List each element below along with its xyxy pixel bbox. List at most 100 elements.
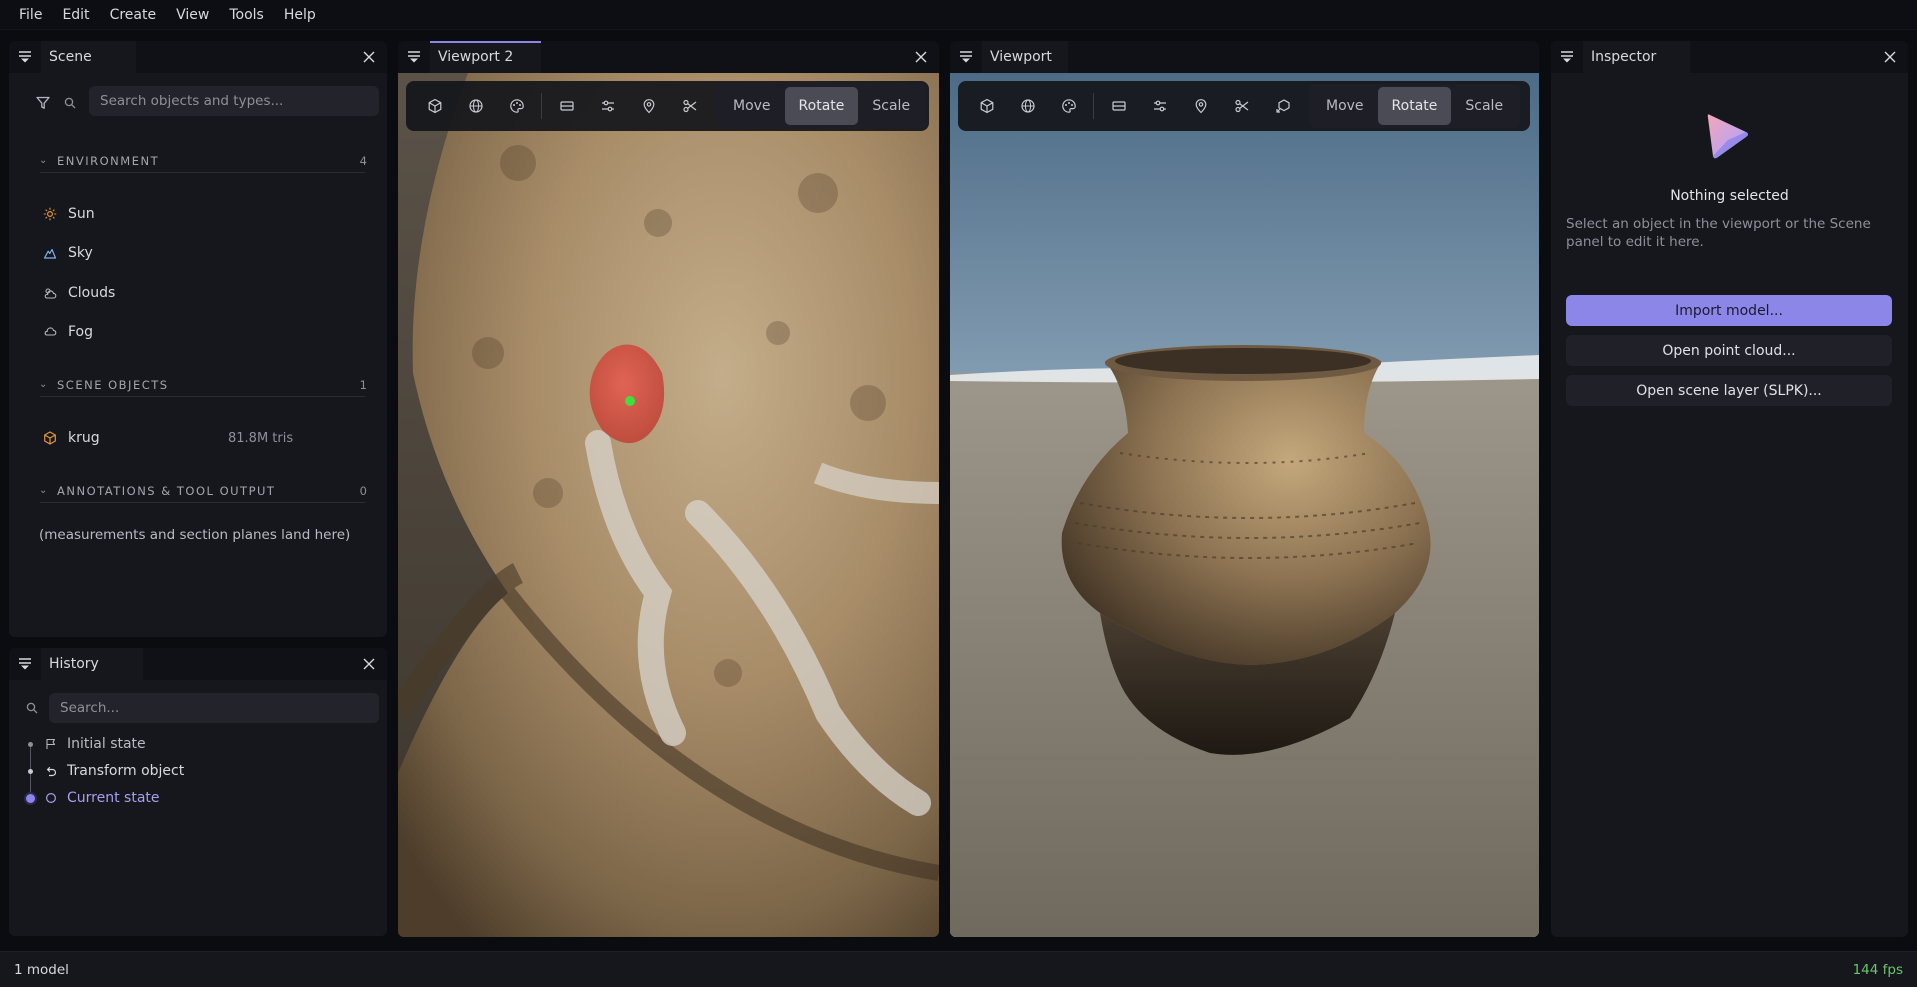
fog-icon: [42, 325, 58, 339]
panel-menu-icon[interactable]: [398, 41, 430, 73]
list-item-sun[interactable]: Sun: [42, 201, 95, 227]
tab-history[interactable]: History: [41, 648, 143, 680]
item-label: Clouds: [68, 285, 116, 301]
menubar: File Edit Create View Tools Help: [0, 0, 1917, 30]
history-search-input[interactable]: Search...: [49, 693, 379, 723]
tab-inspector[interactable]: Inspector: [1583, 41, 1691, 73]
logo-icon: [1702, 110, 1752, 162]
menu-tools[interactable]: Tools: [219, 0, 274, 30]
section-environment[interactable]: ⌄ ENVIRONMENT 4: [39, 149, 367, 173]
search-icon: [64, 97, 76, 109]
clouds-icon: [42, 286, 58, 300]
scale-button[interactable]: Scale: [1451, 87, 1517, 125]
panel-menu-icon[interactable]: [9, 41, 41, 73]
cube-view-icon[interactable]: [966, 89, 1007, 123]
close-icon[interactable]: [359, 654, 379, 674]
item-meta: 81.8M tris: [228, 430, 294, 446]
history-item-initial[interactable]: Initial state: [45, 733, 146, 755]
menu-file[interactable]: File: [9, 0, 52, 30]
move-button[interactable]: Move: [1312, 87, 1378, 125]
close-icon[interactable]: [1880, 47, 1900, 67]
close-icon[interactable]: [359, 47, 379, 67]
history-item-transform[interactable]: Transform object: [45, 760, 184, 782]
panel-menu-icon[interactable]: [9, 648, 41, 680]
inspector-description: Select an object in the viewport or the …: [1566, 216, 1871, 250]
status-model-count: 1 model: [14, 961, 69, 978]
section-plane-icon[interactable]: [1098, 89, 1139, 123]
section-title: SCENE OBJECTS: [57, 377, 169, 392]
inspector-title: Nothing selected: [1670, 188, 1789, 204]
history-panel: History Search... Initial state Transfor…: [9, 648, 387, 936]
menu-help[interactable]: Help: [274, 0, 326, 30]
viewport-canvas[interactable]: Move Rotate Scale: [950, 73, 1539, 937]
panel-menu-icon[interactable]: [1551, 41, 1583, 73]
viewport2-canvas[interactable]: Move Rotate Scale: [398, 73, 939, 937]
scale-button[interactable]: Scale: [858, 87, 924, 125]
rotate-button[interactable]: Rotate: [1377, 87, 1452, 125]
sphere-icon[interactable]: [455, 89, 496, 123]
item-label: Fog: [68, 324, 94, 340]
item-label: Initial state: [67, 736, 146, 752]
menu-edit[interactable]: Edit: [52, 0, 99, 30]
history-item-current[interactable]: Current state: [45, 787, 160, 809]
sliders-icon[interactable]: [1139, 89, 1180, 123]
menu-view[interactable]: View: [166, 0, 219, 30]
inspector-panel: Inspector: [1551, 41, 1908, 937]
explode-icon[interactable]: [1262, 89, 1303, 123]
undo-icon: [45, 765, 57, 777]
list-item-sky[interactable]: Sky: [42, 240, 93, 266]
item-label: krug: [68, 430, 100, 446]
tab-scene[interactable]: Scene: [41, 41, 136, 73]
chevron-down-icon: ⌄: [39, 379, 48, 390]
timeline-dot-current: [26, 794, 35, 803]
filter-icon[interactable]: [34, 94, 52, 112]
scene-tab-bar: Scene: [9, 41, 387, 73]
close-icon[interactable]: [911, 47, 931, 67]
map-pin-icon[interactable]: [1180, 89, 1221, 123]
open-scene-layer-button[interactable]: Open scene layer (SLPK)...: [1566, 375, 1892, 406]
tab-viewport-2[interactable]: Viewport 2: [430, 41, 542, 73]
tab-viewport-2-label: Viewport 2: [438, 49, 514, 65]
timeline-dot: [28, 769, 33, 774]
chevron-down-icon: ⌄: [39, 155, 48, 166]
annotations-empty-text: (measurements and section planes land he…: [39, 527, 351, 543]
viewport2-tab-bar: Viewport 2: [398, 41, 939, 73]
scissors-icon[interactable]: [669, 89, 710, 123]
import-model-button[interactable]: Import model...: [1566, 295, 1892, 326]
scissors-icon[interactable]: [1221, 89, 1262, 123]
tab-viewport[interactable]: Viewport: [982, 41, 1068, 73]
transform-mode-group: Move Rotate Scale: [1309, 84, 1521, 128]
list-item-krug[interactable]: krug 81.8M tris: [42, 425, 342, 451]
status-fps: 144 fps: [1852, 961, 1903, 978]
list-item-fog[interactable]: Fog: [42, 319, 93, 345]
closeup-render: [398, 73, 939, 937]
circle-icon: [45, 792, 57, 804]
sphere-icon[interactable]: [1007, 89, 1048, 123]
list-item-clouds[interactable]: Clouds: [42, 280, 115, 306]
panel-menu-icon[interactable]: [950, 41, 982, 73]
move-button[interactable]: Move: [719, 87, 785, 125]
section-scene-objects[interactable]: ⌄ SCENE OBJECTS 1: [39, 373, 367, 397]
cube-view-icon[interactable]: [414, 89, 455, 123]
status-bar: 1 model 144 fps: [0, 951, 1917, 987]
palette-icon[interactable]: [1048, 89, 1089, 123]
flag-icon: [45, 738, 57, 750]
search-placeholder: Search objects and types...: [100, 93, 284, 109]
section-plane-icon[interactable]: [546, 89, 587, 123]
toolbar-divider: [1093, 93, 1094, 119]
item-label: Transform object: [67, 763, 185, 779]
item-label: Sky: [68, 245, 93, 261]
menu-create[interactable]: Create: [100, 0, 167, 30]
open-point-cloud-button[interactable]: Open point cloud...: [1566, 335, 1892, 366]
palette-icon[interactable]: [496, 89, 537, 123]
transform-mode-group: Move Rotate Scale: [716, 84, 928, 128]
rotate-button[interactable]: Rotate: [784, 87, 859, 125]
sliders-icon[interactable]: [587, 89, 628, 123]
section-annotations[interactable]: ⌄ ANNOTATIONS & TOOL OUTPUT 0: [39, 479, 367, 503]
tab-viewport-label: Viewport: [990, 49, 1052, 65]
map-pin-icon[interactable]: [628, 89, 669, 123]
section-title: ENVIRONMENT: [57, 153, 160, 168]
viewport2-panel: Viewport 2 Move Rotate Scale: [398, 41, 939, 937]
scene-search-input[interactable]: Search objects and types...: [89, 86, 379, 116]
section-title: ANNOTATIONS & TOOL OUTPUT: [57, 483, 276, 498]
